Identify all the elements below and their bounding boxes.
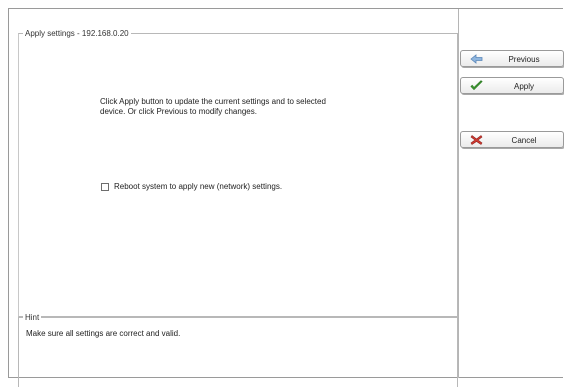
- previous-button[interactable]: Previous: [460, 50, 564, 67]
- apply-instructions-line-1: Click Apply button to update the current…: [100, 97, 326, 106]
- cross-icon: [470, 135, 483, 145]
- apply-instructions-line-2: device. Or click Previous to modify chan…: [100, 107, 257, 116]
- reboot-checkbox[interactable]: [101, 182, 109, 191]
- apply-button-label: Apply: [513, 82, 534, 91]
- reboot-option[interactable]: Reboot system to apply new (network) set…: [101, 182, 282, 191]
- previous-button-label: Previous: [508, 55, 540, 64]
- apply-button[interactable]: Apply: [460, 77, 564, 94]
- cancel-button-label: Cancel: [511, 136, 537, 145]
- settings-window: Apply settings - 192.168.0.20 Click Appl…: [8, 8, 564, 387]
- checkmark-icon: [470, 80, 483, 91]
- reboot-label: Reboot system to apply new (network) set…: [114, 182, 283, 191]
- apply-instructions: Click Apply button to update the current…: [100, 97, 390, 117]
- apply-settings-legend: Apply settings - 192.168.0.20: [23, 28, 131, 39]
- hint-group: Hint Make sure all settings are correct …: [18, 312, 458, 387]
- cancel-button[interactable]: Cancel: [460, 131, 564, 148]
- button-column-divider: [458, 9, 459, 378]
- arrow-left-icon: [470, 54, 483, 64]
- apply-settings-group: Apply settings - 192.168.0.20 Click Appl…: [18, 28, 458, 317]
- hint-text: Make sure all settings are correct and v…: [26, 329, 181, 338]
- hint-legend: Hint: [23, 312, 42, 323]
